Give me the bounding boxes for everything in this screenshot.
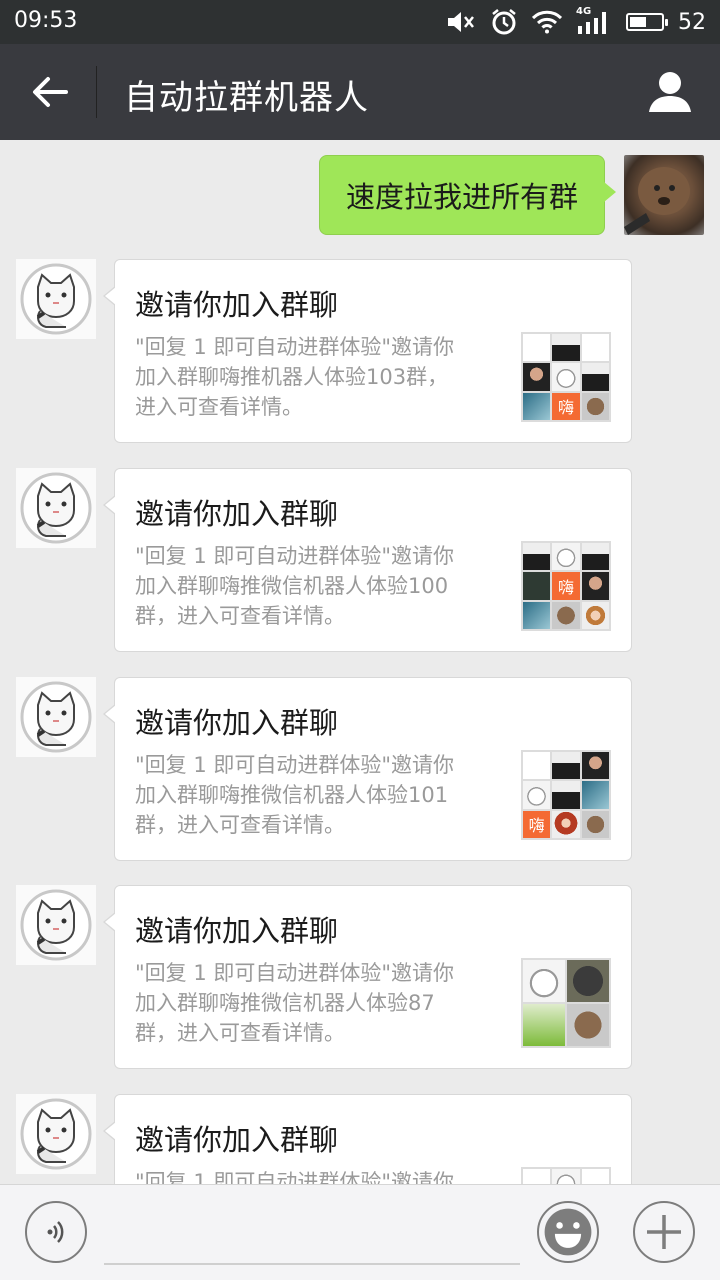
wifi-icon <box>532 6 562 38</box>
group-avatar-grid: 嗨 <box>521 541 611 631</box>
invite-message-row: 邀请你加入群聊 "回复 1 即可自动进群体验"邀请你 <box>0 1094 720 1184</box>
bot-avatar[interactable] <box>16 1094 96 1174</box>
person-icon <box>649 72 691 112</box>
invite-description: "回复 1 即可自动进群体验"邀请你 加入群聊嗨推微信机器人体验101 群，进入… <box>135 753 455 837</box>
bot-avatar[interactable] <box>16 468 96 548</box>
status-time: 09:53 <box>14 8 78 33</box>
cat-avatar-icon <box>20 681 92 753</box>
chat-info-button[interactable] <box>644 66 696 118</box>
group-avatar-grid <box>521 1167 611 1184</box>
voice-button[interactable] <box>25 1201 87 1263</box>
back-arrow-icon <box>33 77 68 107</box>
group-avatar-grid <box>521 958 611 1048</box>
mute-icon <box>446 6 476 38</box>
message-input[interactable] <box>104 1263 520 1265</box>
group-invite-card[interactable]: 邀请你加入群聊 "回复 1 即可自动进群体验"邀请你 <box>103 1094 632 1184</box>
invite-message-row: 邀请你加入群聊 "回复 1 即可自动进群体验"邀请你 加入群聊嗨推微信机器人体验… <box>0 677 720 867</box>
my-avatar[interactable] <box>624 155 704 235</box>
plus-icon <box>647 1215 681 1249</box>
sent-message-bubble[interactable]: 速度拉我进所有群 <box>319 155 616 235</box>
invite-description: "回复 1 即可自动进群体验"邀请你 加入群聊嗨推微信机器人体验87 群，进入可… <box>135 961 455 1045</box>
battery-level: 52 <box>678 9 706 35</box>
group-avatar-grid: 嗨 <box>521 750 611 840</box>
invite-message-row: 邀请你加入群聊 "回复 1 即可自动进群体验"邀请你 加入群聊嗨推微信机器人体验… <box>0 468 720 658</box>
group-invite-card[interactable]: 邀请你加入群聊 "回复 1 即可自动进群体验"邀请你 加入群聊嗨推微信机器人体验… <box>103 885 632 1069</box>
chat-header: 自动拉群机器人 <box>0 44 720 140</box>
chat-title: 自动拉群机器人 <box>124 78 369 118</box>
invite-message-row: 邀请你加入群聊 "回复 1 即可自动进群体验"邀请你 加入群聊嗨推微信机器人体验… <box>0 885 720 1075</box>
voice-icon <box>47 1221 64 1243</box>
invite-description: "回复 1 即可自动进群体验"邀请你 加入群聊嗨推微信机器人体验100 群，进入… <box>135 544 455 628</box>
input-bar <box>0 1184 720 1280</box>
smiley-icon <box>544 1208 592 1256</box>
cat-avatar-icon <box>20 889 92 961</box>
invite-message-row: 邀请你加入群聊 "回复 1 即可自动进群体验"邀请你 加入群聊嗨推机器人体验10… <box>0 259 720 449</box>
group-invite-card[interactable]: 邀请你加入群聊 "回复 1 即可自动进群体验"邀请你 加入群聊嗨推微信机器人体验… <box>103 468 632 652</box>
group-invite-card[interactable]: 邀请你加入群聊 "回复 1 即可自动进群体验"邀请你 加入群聊嗨推微信机器人体验… <box>103 677 632 861</box>
invite-description: "回复 1 即可自动进群体验"邀请你 <box>135 1170 455 1184</box>
invite-title: 邀请你加入群聊 <box>135 1123 339 1157</box>
alarm-icon <box>490 6 518 38</box>
more-button[interactable] <box>633 1201 695 1263</box>
group-invite-card[interactable]: 邀请你加入群聊 "回复 1 即可自动进群体验"邀请你 加入群聊嗨推机器人体验10… <box>103 259 632 443</box>
invite-description: "回复 1 即可自动进群体验"邀请你 加入群聊嗨推机器人体验103群， 进入可查… <box>135 335 455 419</box>
bot-avatar[interactable] <box>16 885 96 965</box>
invite-title: 邀请你加入群聊 <box>135 706 339 740</box>
battery-icon <box>626 6 668 38</box>
network-type: 4G <box>576 6 592 17</box>
bot-avatar[interactable] <box>16 677 96 757</box>
header-divider <box>96 66 97 118</box>
chat-messages[interactable]: 速度拉我进所有群 邀请你加入群聊 "回复 1 即可自动进群体验"邀请你 加入群聊… <box>0 140 720 1184</box>
invite-title: 邀请你加入群聊 <box>135 288 339 322</box>
emoji-button[interactable] <box>537 1201 599 1263</box>
bot-avatar[interactable] <box>16 259 96 339</box>
group-avatar-grid: 嗨 <box>521 332 611 422</box>
invite-title: 邀请你加入群聊 <box>135 497 339 531</box>
sent-message-text: 速度拉我进所有群 <box>345 180 578 214</box>
cat-avatar-icon <box>20 263 92 335</box>
status-icons: 4G 52 <box>446 6 706 38</box>
cat-avatar-icon <box>20 1098 92 1170</box>
signal-icon: 4G <box>576 6 612 38</box>
cat-avatar-icon <box>20 472 92 544</box>
invite-title: 邀请你加入群聊 <box>135 914 339 948</box>
status-bar: 09:53 4G 52 <box>0 0 720 44</box>
back-button[interactable] <box>24 66 76 118</box>
